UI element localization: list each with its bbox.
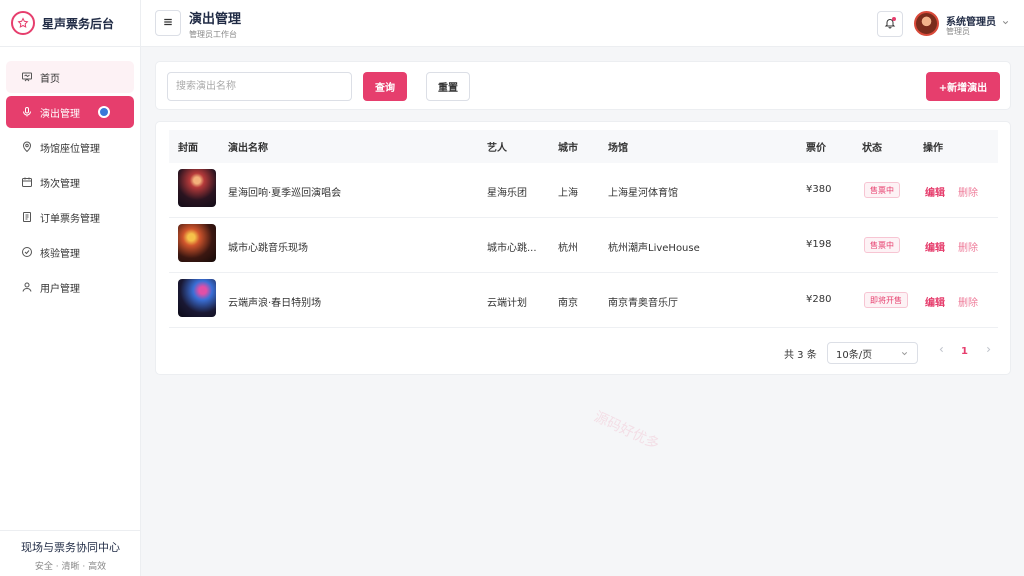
table-row: 城市心跳音乐现场 城市心跳... 杭州 杭州潮声LiveHouse ¥198 售… [169, 218, 998, 273]
calendar-icon [21, 176, 33, 188]
column-header-actions: 操作 [923, 143, 943, 154]
status-badge: 售票中 [864, 237, 900, 253]
delete-button[interactable]: 删除 [958, 184, 978, 199]
notification-button[interactable] [877, 11, 903, 37]
chevron-down-icon[interactable] [1001, 17, 1010, 30]
hamburger-icon [163, 17, 173, 30]
column-header-cover: 封面 [178, 143, 198, 154]
show-price: ¥198 [806, 239, 832, 250]
column-header-name: 演出名称 [228, 143, 268, 154]
show-name: 云端声浪·春日特别场 [228, 298, 322, 309]
presentation-icon [21, 71, 33, 83]
show-name: 城市心跳音乐现场 [228, 243, 308, 254]
sidebar-nav: 首页 演出管理 场馆座位管理 场次管理 订单票务管理 核验管理 用户管理 [0, 47, 140, 303]
sidebar-item-label: 首页 [40, 73, 60, 85]
edit-button[interactable]: 编辑 [925, 294, 945, 309]
sidebar-footer: 现场与票务协同中心 安全 · 清晰 · 高效 [0, 530, 141, 576]
show-city: 南京 [558, 298, 578, 309]
show-price: ¥380 [806, 184, 832, 195]
table-row: 云端声浪·春日特别场 云端计划 南京 南京青奥音乐厅 ¥280 即将开售 编辑 … [169, 273, 998, 328]
delete-button[interactable]: 删除 [958, 294, 978, 309]
show-artist: 城市心跳... [487, 243, 537, 254]
edit-button[interactable]: 编辑 [925, 184, 945, 199]
show-venue: 杭州潮声LiveHouse [608, 243, 700, 254]
menu-toggle-button[interactable] [155, 10, 181, 36]
page-size-select[interactable]: 10条/页 [827, 342, 918, 364]
show-venue: 上海星河体育馆 [608, 188, 678, 199]
page-subtitle: 管理员工作台 [189, 30, 237, 39]
show-venue: 南京青奥音乐厅 [608, 298, 678, 309]
show-artist: 云端计划 [487, 298, 527, 309]
footer-title: 现场与票务协同中心 [21, 541, 120, 554]
table-header: 封面 演出名称 艺人 城市 场馆 票价 状态 操作 [169, 130, 998, 163]
microphone-icon [21, 106, 33, 118]
sidebar-item-users[interactable]: 用户管理 [6, 271, 134, 303]
brand-title: 星声票务后台 [42, 16, 115, 31]
shows-table-panel: 封面 演出名称 艺人 城市 场馆 票价 状态 操作 星海回响·夏季巡回演唱会 星… [155, 121, 1011, 375]
sidebar-item-label: 场馆座位管理 [40, 143, 100, 155]
sidebar-item-label: 演出管理 [40, 108, 80, 120]
show-name: 星海回响·夏季巡回演唱会 [228, 188, 342, 199]
next-page-button[interactable] [984, 344, 993, 357]
footer-subtitle: 安全 · 清晰 · 高效 [34, 562, 107, 572]
show-price: ¥280 [806, 294, 832, 305]
top-header: 演出管理 管理员工作台 系统管理员 管理员 [141, 0, 1024, 47]
sidebar-item-sessions[interactable]: 场次管理 [6, 166, 134, 198]
column-header-status: 状态 [862, 143, 882, 154]
add-show-button[interactable]: +新增演出 [926, 72, 1000, 101]
status-badge: 即将开售 [864, 292, 908, 308]
show-cover-image [178, 169, 216, 207]
page-title: 演出管理 [189, 12, 242, 27]
sidebar-item-venues[interactable]: 场馆座位管理 [6, 131, 134, 163]
page-size-value: 10条/页 [836, 349, 873, 361]
show-cover-image [178, 279, 216, 317]
sidebar-item-label: 用户管理 [40, 283, 80, 295]
show-city: 上海 [558, 188, 578, 199]
check-circle-icon [21, 246, 33, 258]
query-button[interactable]: 查询 [363, 72, 407, 101]
column-header-artist: 艺人 [487, 143, 507, 154]
search-panel: 查询 重置 +新增演出 [155, 61, 1011, 110]
page-number-current[interactable]: 1 [961, 346, 968, 357]
sidebar-item-orders[interactable]: 订单票务管理 [6, 201, 134, 233]
sidebar-item-shows[interactable]: 演出管理 [6, 96, 134, 128]
avatar[interactable] [914, 11, 939, 36]
column-header-price: 票价 [806, 143, 826, 154]
edit-button[interactable]: 编辑 [925, 239, 945, 254]
user-role: 管理员 [946, 27, 970, 36]
watermark: 源码好优多 [591, 408, 662, 453]
cursor-indicator [98, 106, 110, 118]
column-header-city: 城市 [558, 143, 578, 154]
delete-button[interactable]: 删除 [958, 239, 978, 254]
search-input[interactable] [167, 72, 352, 101]
table-row: 星海回响·夏季巡回演唱会 星海乐团 上海 上海星河体育馆 ¥380 售票中 编辑… [169, 163, 998, 218]
column-header-venue: 场馆 [608, 143, 628, 154]
location-pin-icon [21, 141, 33, 153]
sidebar: 星声票务后台 首页 演出管理 场馆座位管理 场次管理 订单票务管理 核验管理 用… [0, 0, 141, 576]
sidebar-item-verification[interactable]: 核验管理 [6, 236, 134, 268]
show-cover-image [178, 224, 216, 262]
chevron-down-icon [900, 349, 909, 361]
reset-button[interactable]: 重置 [426, 72, 470, 101]
star-logo-icon [11, 11, 35, 35]
prev-page-button[interactable] [937, 344, 946, 357]
sidebar-item-label: 场次管理 [40, 178, 80, 190]
user-icon [21, 281, 33, 293]
sidebar-item-label: 核验管理 [40, 248, 80, 260]
show-city: 杭州 [558, 243, 578, 254]
notification-dot [892, 17, 896, 21]
sidebar-item-home[interactable]: 首页 [6, 61, 134, 93]
show-artist: 星海乐团 [487, 188, 527, 199]
pagination-total: 共 3 条 [784, 350, 817, 361]
sidebar-item-label: 订单票务管理 [40, 213, 100, 225]
document-icon [21, 211, 33, 223]
brand: 星声票务后台 [0, 0, 140, 47]
status-badge: 售票中 [864, 182, 900, 198]
